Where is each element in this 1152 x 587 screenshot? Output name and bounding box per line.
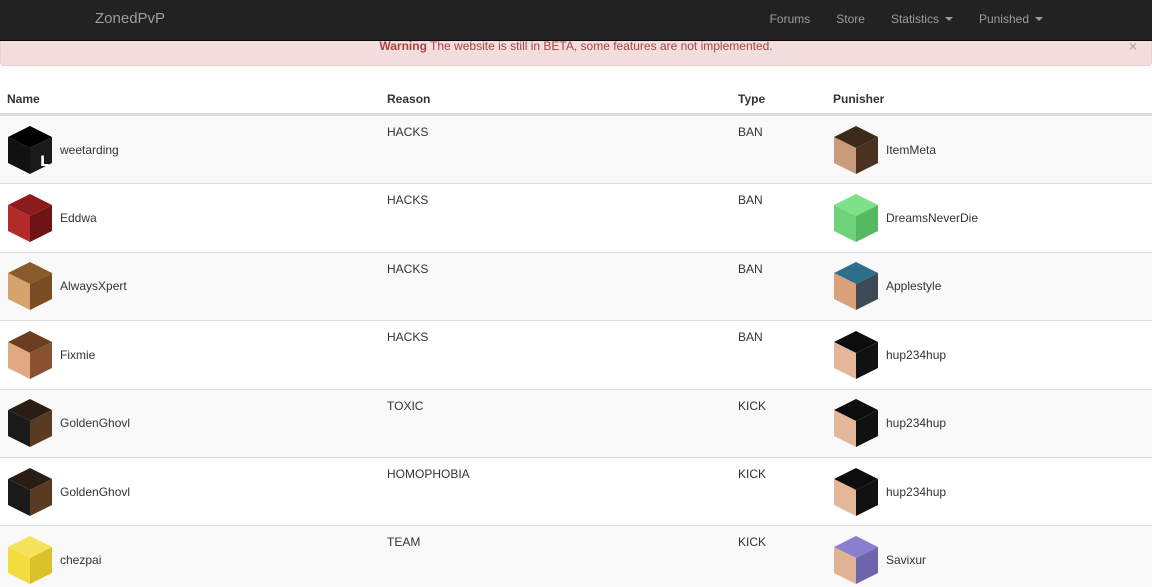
alert-strong: Warning xyxy=(379,39,427,53)
player-name[interactable]: GoldenGhovl xyxy=(60,485,130,499)
player-head-avatar xyxy=(8,399,52,448)
player-head-avatar xyxy=(8,536,52,585)
punisher-name[interactable]: hup234hup xyxy=(886,348,946,362)
punisher-head-avatar xyxy=(834,467,878,516)
navbar: ZonedPvP Forums Store Statistics Punishe… xyxy=(0,0,1152,41)
punisher-cell: DreamsNeverDie xyxy=(826,184,1152,251)
nav-links: Forums Store Statistics Punished xyxy=(757,0,1056,38)
reason-cell: TOXIC xyxy=(387,398,424,413)
type-cell: KICK xyxy=(738,398,767,413)
punisher-head-avatar xyxy=(834,330,878,379)
close-icon[interactable]: × xyxy=(1129,39,1137,53)
table-row: AlwaysXpert HACKS BAN Applestyle xyxy=(0,251,1152,321)
punisher-head-avatar xyxy=(834,194,878,243)
punisher-name[interactable]: ItemMeta xyxy=(886,143,936,157)
header-name: Name xyxy=(7,92,40,106)
table-row: Fixmie HACKS BAN hup234hup xyxy=(0,320,1152,388)
brand-link[interactable]: ZonedPvP xyxy=(95,0,165,38)
punisher-cell: ItemMeta xyxy=(826,116,1152,183)
player-cell: Fixmie xyxy=(0,321,380,388)
punisher-name[interactable]: hup234hup xyxy=(886,485,946,499)
table-row: Eddwa HACKS BAN DreamsNeverDie xyxy=(0,183,1152,251)
punisher-head-avatar xyxy=(834,536,878,585)
player-name[interactable]: Eddwa xyxy=(60,211,97,225)
nav-punished-dropdown[interactable]: Punished xyxy=(966,0,1056,38)
punisher-head-avatar xyxy=(834,262,878,311)
nav-statistics-label: Statistics xyxy=(890,12,939,26)
table-body: Lweetarding HACKS BAN ItemMeta Eddwa HACKS BAN… xyxy=(0,115,1152,587)
punisher-name[interactable]: Applestyle xyxy=(886,279,941,293)
reason-cell: HACKS xyxy=(387,125,429,139)
player-cell: Eddwa xyxy=(0,184,380,251)
player-cell: chezpai xyxy=(0,526,380,587)
caret-down-icon xyxy=(944,17,953,21)
table-header: Name Reason Type Punisher xyxy=(0,84,1152,115)
player-name[interactable]: weetarding xyxy=(60,143,119,157)
alert-message: Warning The website is still in BETA, so… xyxy=(1,39,1151,53)
player-name[interactable]: chezpai xyxy=(60,553,101,567)
player-head-avatar xyxy=(8,330,52,379)
punisher-cell: hup234hup xyxy=(826,390,1152,457)
nav-store-label: Store xyxy=(836,12,865,26)
type-cell: KICK xyxy=(738,466,767,481)
player-head-avatar: L xyxy=(8,125,52,174)
type-cell: BAN xyxy=(738,330,763,345)
player-head-avatar xyxy=(8,467,52,516)
reason-cell: HOMOPHOBIA xyxy=(387,466,470,481)
punishments-table: Name Reason Type Punisher Lweetarding HAC… xyxy=(0,84,1152,587)
type-cell: BAN xyxy=(738,125,763,139)
player-cell: GoldenGhovl xyxy=(0,458,380,525)
player-cell: AlwaysXpert xyxy=(0,253,380,320)
nav-punished-label: Punished xyxy=(978,12,1029,26)
player-head-avatar xyxy=(8,262,52,311)
player-name[interactable]: GoldenGhovl xyxy=(60,416,130,430)
player-cell: GoldenGhovl xyxy=(0,390,380,457)
table-row: chezpai TEAM KICK Savixur xyxy=(0,525,1152,587)
header-punisher: Punisher xyxy=(833,92,885,106)
player-head-avatar xyxy=(8,194,52,243)
player-name[interactable]: Fixmie xyxy=(60,348,95,362)
nav-store[interactable]: Store xyxy=(823,0,878,38)
header-type: Type xyxy=(738,92,766,106)
alert-body: The website is still in BETA, some featu… xyxy=(426,39,773,53)
punisher-cell: hup234hup xyxy=(826,321,1152,388)
reason-cell: HACKS xyxy=(387,330,429,345)
nav-statistics-dropdown[interactable]: Statistics xyxy=(878,0,966,38)
punisher-head-avatar xyxy=(834,399,878,448)
reason-cell: TEAM xyxy=(387,535,421,550)
nav-forums-label: Forums xyxy=(769,12,811,26)
punisher-cell: hup234hup xyxy=(826,458,1152,525)
punisher-cell: Applestyle xyxy=(826,253,1152,320)
type-cell: BAN xyxy=(738,193,763,208)
svg-text:L: L xyxy=(40,154,49,170)
table-row: Lweetarding HACKS BAN ItemMeta xyxy=(0,115,1152,184)
punisher-head-avatar xyxy=(834,125,878,174)
nav-forums[interactable]: Forums xyxy=(757,0,824,38)
punisher-cell: Savixur xyxy=(826,526,1152,587)
punisher-name[interactable]: DreamsNeverDie xyxy=(886,211,978,225)
type-cell: BAN xyxy=(738,261,763,276)
reason-cell: HACKS xyxy=(387,261,429,276)
reason-cell: HACKS xyxy=(387,193,429,208)
punisher-name[interactable]: Savixur xyxy=(886,553,926,567)
player-name[interactable]: AlwaysXpert xyxy=(60,279,127,293)
table-row: GoldenGhovl HOMOPHOBIA KICK hup234hup xyxy=(0,456,1152,525)
caret-down-icon xyxy=(1035,17,1043,21)
header-reason: Reason xyxy=(387,92,431,106)
table-row: GoldenGhovl TOXIC KICK hup234hup xyxy=(0,388,1152,457)
type-cell: KICK xyxy=(738,535,767,550)
player-cell: Lweetarding xyxy=(0,116,380,183)
punisher-name[interactable]: hup234hup xyxy=(886,416,946,430)
